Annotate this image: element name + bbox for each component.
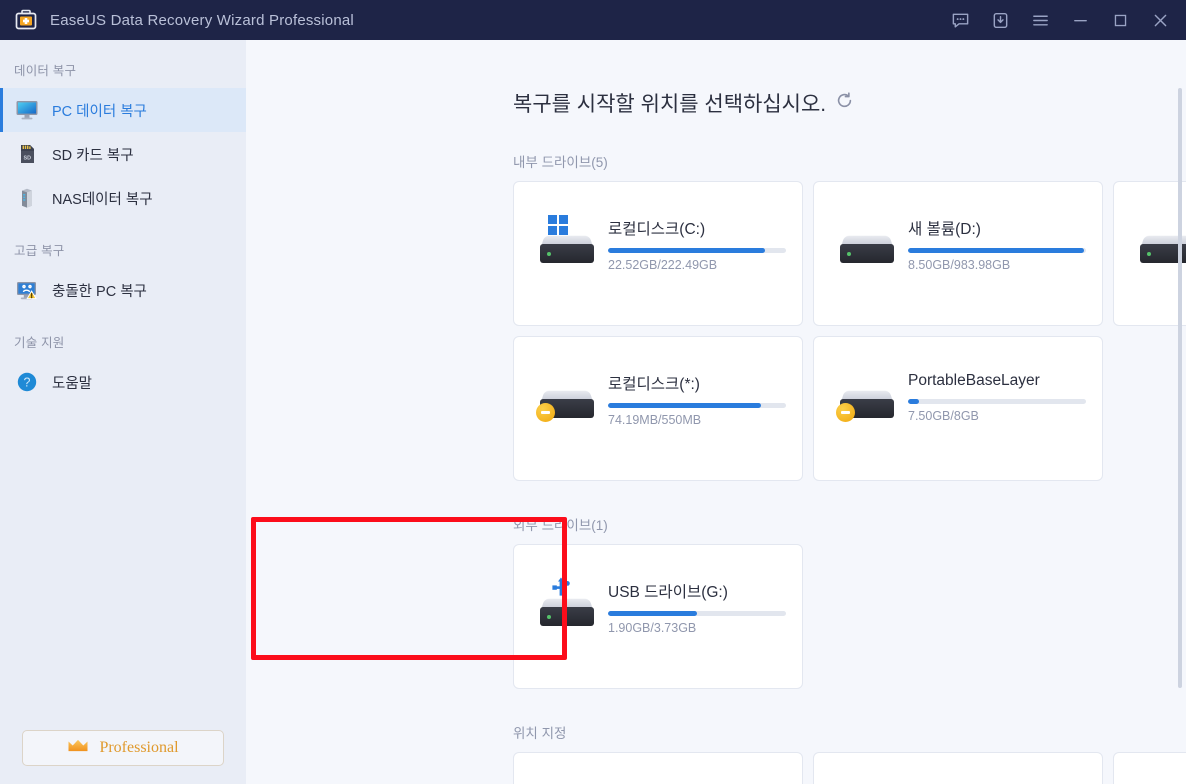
- sidebar-group-title-data-recovery: 데이터 복구: [14, 64, 77, 78]
- professional-upgrade-button[interactable]: Professional: [22, 730, 224, 766]
- sidebar-group-title-tech-support: 기술 지원: [14, 336, 65, 350]
- hard-drive-icon: [536, 577, 598, 630]
- location-card-desktop[interactable]: 데스크톱: [813, 752, 1103, 784]
- drive-name: 로컬디스크(C:): [608, 221, 706, 238]
- usage-bar-fill: [608, 611, 697, 616]
- download-button[interactable]: [980, 0, 1020, 40]
- download-icon: [993, 12, 1007, 28]
- close-icon: [1154, 14, 1166, 26]
- close-button[interactable]: [1140, 0, 1180, 40]
- menu-button[interactable]: [1020, 0, 1060, 40]
- section-title-specify-location: 위치 지정: [513, 726, 567, 741]
- feedback-button[interactable]: [940, 0, 980, 40]
- minus-badge-icon: [836, 403, 855, 422]
- content-scrollbar[interactable]: [1176, 44, 1184, 780]
- specify-location-grid: 휴지통: [513, 752, 1186, 784]
- drive-name: USB 드라이브(G:): [608, 584, 728, 601]
- section-title-internal-drives: 내부 드라이브(5): [513, 155, 608, 170]
- sidebar-item-label: PC 데이터 복구: [52, 103, 147, 120]
- hard-drive-icon: [836, 370, 898, 422]
- sidebar-item-label: 충돌한 PC 복구: [52, 283, 147, 300]
- section-title-external-drives: 외부 드라이브(1): [513, 518, 608, 533]
- content-inner: 복구를 시작할 위치를 선택하십시오. 내부 드라이브(5) 로컬디스크(C:)…: [246, 40, 1186, 784]
- drive-info: 로컬디스크(C:) 22.52GB/222.49GB: [608, 215, 786, 272]
- hamburger-menu-icon: [1032, 15, 1048, 25]
- sidebar: 데이터 복구 PC 데이터 복구 SD SD 카드 복구 NAS데이터 복구 고…: [0, 40, 246, 784]
- sd-card-icon: SD: [14, 141, 40, 167]
- help-circle-icon: ?: [14, 369, 40, 395]
- sidebar-item-label: SD 카드 복구: [52, 147, 134, 164]
- location-card-recycle-bin[interactable]: 휴지통: [513, 752, 803, 784]
- hard-drive-icon: [536, 370, 598, 422]
- sidebar-item-help[interactable]: ? 도움말: [0, 360, 246, 404]
- drive-size: 1.90GB/3.73GB: [608, 621, 697, 635]
- drive-info: USB 드라이브(G:) 1.90GB/3.73GB: [608, 578, 786, 635]
- drive-card-local-disk-star[interactable]: 로컬디스크(*:) 74.19MB/550MB: [513, 336, 803, 481]
- refresh-icon[interactable]: [835, 91, 854, 116]
- page-title-row: 복구를 시작할 위치를 선택하십시오.: [513, 88, 1186, 118]
- crown-icon: [67, 738, 89, 759]
- crashed-pc-icon: [14, 277, 40, 303]
- professional-label: Professional: [99, 739, 179, 756]
- drive-name: 로컬디스크(*:): [608, 376, 700, 393]
- minimize-button[interactable]: [1060, 0, 1100, 40]
- drive-info: PortableBaseLayer 7.50GB/8GB: [908, 370, 1086, 423]
- sidebar-item-label: NAS데이터 복구: [52, 191, 153, 208]
- external-drives-grid: USB 드라이브(G:) 1.90GB/3.73GB: [513, 544, 1186, 689]
- sidebar-group-title-advanced-recovery: 고급 복구: [14, 244, 65, 258]
- usage-bar: [608, 248, 786, 253]
- svg-text:?: ?: [24, 376, 31, 390]
- application-window: EaseUS Data Recovery Wizard Professional: [0, 0, 1186, 784]
- scrollbar-thumb[interactable]: [1178, 88, 1182, 688]
- main-content: 복구를 시작할 위치를 선택하십시오. 내부 드라이브(5) 로컬디스크(C:)…: [246, 40, 1186, 784]
- sidebar-footer: Professional: [0, 730, 246, 784]
- drive-info: 로컬디스크(*:) 74.19MB/550MB: [608, 370, 786, 427]
- drive-card-new-volume-d[interactable]: 새 볼륨(D:) 8.50GB/983.98GB: [813, 181, 1103, 326]
- sidebar-item-sd-card-recovery[interactable]: SD SD 카드 복구: [0, 132, 246, 176]
- usage-bar: [908, 248, 1086, 253]
- sidebar-nav: 데이터 복구 PC 데이터 복구 SD SD 카드 복구 NAS데이터 복구 고…: [0, 40, 246, 730]
- monitor-icon: [14, 97, 40, 123]
- svg-text:SD: SD: [24, 156, 32, 162]
- drive-size: 8.50GB/983.98GB: [908, 258, 1011, 272]
- first-aid-kit-icon: [14, 8, 38, 32]
- usage-bar: [608, 611, 786, 616]
- usage-bar-fill: [608, 403, 762, 408]
- usage-bar-fill: [908, 248, 1085, 253]
- title-bar: EaseUS Data Recovery Wizard Professional: [0, 0, 1186, 40]
- windows-logo-badge: [548, 215, 570, 237]
- maximize-button[interactable]: [1100, 0, 1140, 40]
- drive-card-portablebaselayer[interactable]: PortableBaseLayer 7.50GB/8GB: [813, 336, 1103, 481]
- chat-bubble-icon: [952, 13, 968, 28]
- drive-name: PortableBaseLayer: [908, 372, 1040, 389]
- sidebar-item-nas-data-recovery[interactable]: NAS데이터 복구: [0, 176, 246, 220]
- hard-drive-icon: [836, 215, 898, 267]
- drive-card-usb-g[interactable]: USB 드라이브(G:) 1.90GB/3.73GB: [513, 544, 803, 689]
- usage-bar: [608, 403, 786, 408]
- drive-card-local-disk-c[interactable]: 로컬디스크(C:) 22.52GB/222.49GB: [513, 181, 803, 326]
- maximize-icon: [1114, 14, 1126, 26]
- drive-info: 새 볼륨(D:) 8.50GB/983.98GB: [908, 215, 1086, 272]
- nas-server-icon: [14, 185, 40, 211]
- sidebar-item-label: 도움말: [52, 375, 93, 392]
- usage-bar-fill: [908, 399, 919, 404]
- usage-bar-fill: [608, 248, 765, 253]
- internal-drives-grid: 로컬디스크(C:) 22.52GB/222.49GB 새 볼륨(D:) 8.50…: [513, 181, 1186, 481]
- drive-size: 74.19MB/550MB: [608, 413, 702, 427]
- app-title: EaseUS Data Recovery Wizard Professional: [50, 11, 354, 29]
- sidebar-item-crashed-pc-recovery[interactable]: 충돌한 PC 복구: [0, 268, 246, 312]
- minus-badge-icon: [536, 403, 555, 422]
- app-body: 데이터 복구 PC 데이터 복구 SD SD 카드 복구 NAS데이터 복구 고…: [0, 40, 1186, 784]
- page-title: 복구를 시작할 위치를 선택하십시오.: [513, 93, 827, 116]
- minimize-icon: [1073, 19, 1087, 21]
- hard-drive-icon: [536, 215, 598, 267]
- drive-size: 7.50GB/8GB: [908, 409, 979, 423]
- sidebar-item-pc-data-recovery[interactable]: PC 데이터 복구: [0, 88, 246, 132]
- drive-name: 새 볼륨(D:): [908, 221, 981, 238]
- usage-bar: [908, 399, 1086, 404]
- drive-size: 22.52GB/222.49GB: [608, 258, 718, 272]
